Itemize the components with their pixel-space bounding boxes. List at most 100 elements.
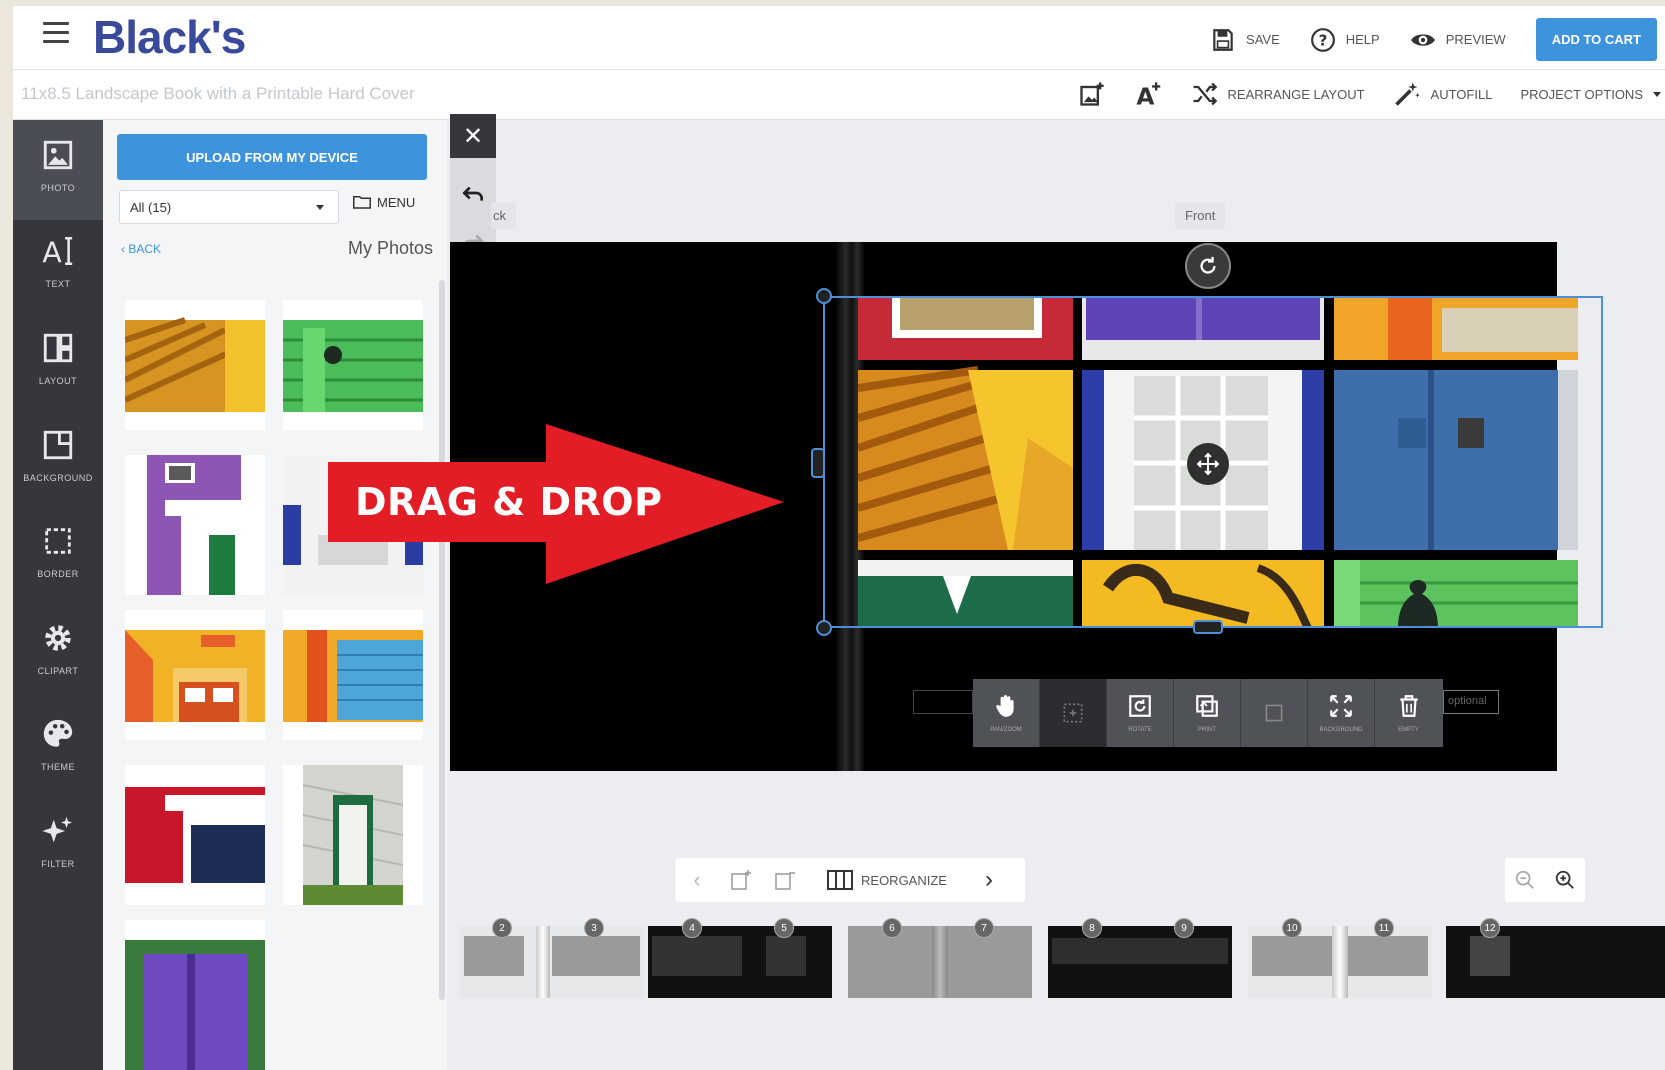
add-to-cart-button[interactable]: ADD TO CART bbox=[1535, 18, 1657, 61]
rail-item-border[interactable]: BORDER bbox=[13, 506, 103, 606]
rotate-tool[interactable]: ROTATE bbox=[1107, 679, 1174, 747]
spread-thumb[interactable]: 2 3 bbox=[460, 918, 644, 998]
rail-label: TEXT bbox=[45, 279, 71, 289]
reorganize-button[interactable]: REORGANIZE bbox=[807, 858, 967, 902]
crop-frame-tool[interactable] bbox=[1040, 679, 1107, 747]
move-handle[interactable] bbox=[1187, 443, 1229, 485]
rotate-handle[interactable] bbox=[1185, 243, 1231, 289]
rail-item-background[interactable]: BACKGROUND bbox=[13, 410, 103, 510]
svg-text:A: A bbox=[1136, 83, 1154, 109]
photo-thumb-image bbox=[123, 317, 265, 412]
rail-label: FILTER bbox=[41, 859, 75, 869]
autofill-button[interactable]: AUTOFILL bbox=[1393, 80, 1493, 108]
prev-page-button[interactable]: ‹ bbox=[675, 858, 719, 902]
spread-thumb[interactable]: 4 5 bbox=[648, 918, 832, 998]
save-button[interactable]: SAVE bbox=[1210, 27, 1280, 53]
copy-dim-icon bbox=[1265, 704, 1283, 722]
trash-icon bbox=[1399, 695, 1418, 717]
add-image-icon bbox=[1079, 82, 1104, 106]
text-icon: A bbox=[42, 236, 73, 269]
photo-thumb-image bbox=[125, 940, 265, 1070]
resize-handle[interactable] bbox=[1193, 620, 1223, 634]
optional-caption-field[interactable]: optional bbox=[1443, 690, 1499, 714]
zoom-in-icon[interactable] bbox=[1554, 869, 1576, 891]
help-label: HELP bbox=[1345, 32, 1380, 47]
rail-label: LAYOUT bbox=[38, 376, 78, 386]
photo-thumb[interactable] bbox=[283, 300, 423, 430]
photo-thumb[interactable] bbox=[125, 765, 265, 905]
project-options-dropdown[interactable]: PROJECT OPTIONS bbox=[1520, 87, 1661, 102]
add-image-button[interactable] bbox=[1078, 80, 1106, 108]
page-number: 2 bbox=[492, 918, 512, 938]
top-bar: Black's SAVE ? HELP PREVIEW ADD TO CART bbox=[13, 6, 1665, 70]
duplicate-tool[interactable] bbox=[1241, 679, 1308, 747]
rotate-box-icon bbox=[1129, 695, 1151, 717]
zoom-out-icon[interactable] bbox=[1514, 869, 1536, 891]
resize-handle[interactable] bbox=[811, 448, 825, 478]
photo-thumb[interactable] bbox=[125, 455, 265, 595]
preview-button[interactable]: PREVIEW bbox=[1410, 27, 1506, 53]
reorganize-icon bbox=[827, 870, 854, 890]
caret-down-icon bbox=[316, 205, 324, 210]
rail-item-filter[interactable]: FILTER bbox=[13, 796, 103, 896]
close-panel-button[interactable]: ✕ bbox=[450, 114, 496, 158]
project-title[interactable]: 11x8.5 Landscape Book with a Printable H… bbox=[21, 84, 415, 104]
spread-thumb[interactable]: 6 7 bbox=[848, 918, 1032, 998]
autofill-label: AUTOFILL bbox=[1430, 86, 1493, 102]
resize-handle[interactable] bbox=[816, 620, 832, 636]
pan-zoom-tool[interactable]: PAN/ZOOM bbox=[973, 679, 1040, 747]
page-navigator: ‹ REORGANIZE › bbox=[675, 858, 1025, 902]
add-page-button[interactable] bbox=[719, 858, 763, 902]
spread-thumb[interactable]: 12 bbox=[1446, 918, 1665, 998]
rail-label: BORDER bbox=[37, 569, 79, 579]
next-page-button[interactable]: › bbox=[967, 858, 1011, 902]
photo-thumb-image bbox=[283, 320, 423, 412]
menu-button[interactable]: MENU bbox=[353, 194, 415, 210]
fit-background-tool[interactable]: BACKGROUND bbox=[1308, 679, 1375, 747]
rail-item-theme[interactable]: THEME bbox=[13, 699, 103, 799]
magic-wand-icon bbox=[1394, 82, 1420, 106]
photo-thumb[interactable] bbox=[283, 765, 423, 905]
page-number: 12 bbox=[1480, 918, 1500, 938]
palette-icon bbox=[43, 719, 73, 747]
rail-item-clipart[interactable]: CLIPART bbox=[13, 603, 103, 703]
page-number: 4 bbox=[682, 918, 702, 938]
spread-thumb[interactable]: 8 9 bbox=[1048, 918, 1232, 998]
rail-item-layout[interactable]: LAYOUT bbox=[13, 313, 103, 413]
eye-icon bbox=[1410, 33, 1435, 46]
spread-thumb[interactable]: 10 11 bbox=[1248, 918, 1432, 998]
photo-thumb[interactable] bbox=[283, 610, 423, 740]
resize-handle[interactable] bbox=[816, 288, 832, 304]
rearrange-layout-button[interactable]: REARRANGE LAYOUT bbox=[1190, 80, 1365, 108]
print-icon bbox=[1196, 695, 1218, 717]
rail-item-photo[interactable]: PHOTO bbox=[13, 120, 103, 220]
tool-rail: PHOTO A TEXT LAYOUT BACKGROUND BORDER CL… bbox=[13, 120, 103, 1070]
page-number: 3 bbox=[584, 918, 604, 938]
layout-icon bbox=[43, 333, 73, 363]
empty-tool[interactable]: EMPTY bbox=[1375, 679, 1442, 747]
back-link[interactable]: ‹ BACK bbox=[121, 242, 161, 256]
brand-logo[interactable]: Black's bbox=[93, 10, 246, 64]
album-select[interactable]: All (15) bbox=[119, 190, 339, 224]
upload-from-device-button[interactable]: UPLOAD FROM MY DEVICE bbox=[117, 134, 427, 180]
zoom-controls bbox=[1505, 858, 1585, 902]
help-button[interactable]: ? HELP bbox=[1310, 27, 1380, 53]
print-tool[interactable]: PRINT bbox=[1174, 679, 1241, 747]
add-text-button[interactable]: A bbox=[1134, 80, 1162, 108]
rail-item-text[interactable]: A TEXT bbox=[13, 216, 103, 316]
page-number: 7 bbox=[974, 918, 994, 938]
hamburger-menu-icon[interactable] bbox=[43, 22, 69, 46]
undo-icon[interactable] bbox=[460, 180, 486, 206]
photo-thumb[interactable] bbox=[123, 300, 265, 430]
remove-page-button[interactable] bbox=[763, 858, 807, 902]
remove-page-icon bbox=[775, 872, 795, 890]
back-label: BACK bbox=[128, 242, 162, 256]
crop-frame-icon bbox=[1063, 703, 1083, 723]
photo-thumb[interactable] bbox=[125, 920, 265, 1070]
shuffle-icon bbox=[1193, 82, 1217, 106]
panel-scrollbar[interactable] bbox=[439, 280, 445, 1000]
caption-field[interactable] bbox=[913, 690, 973, 714]
photo-thumb[interactable] bbox=[125, 610, 265, 740]
page-number: 10 bbox=[1282, 918, 1302, 938]
tool-label: ROTATE bbox=[1128, 727, 1152, 733]
